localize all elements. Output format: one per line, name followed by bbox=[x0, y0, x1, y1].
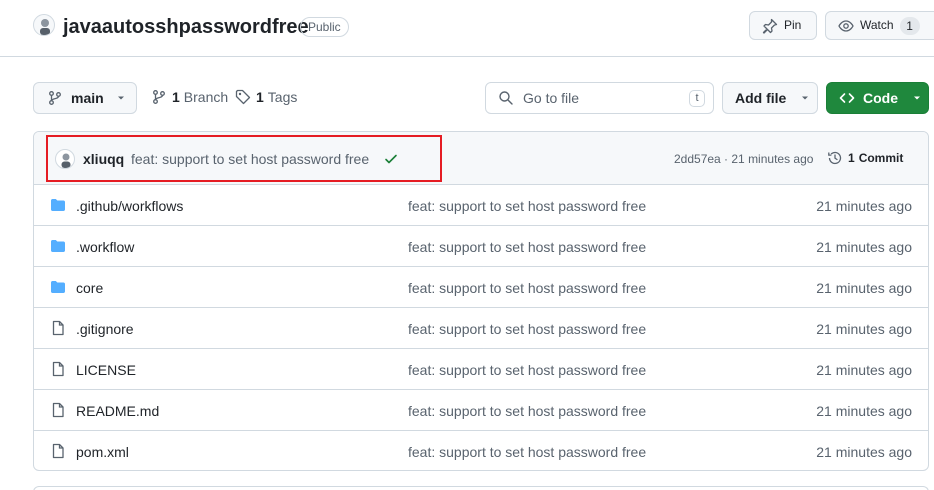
tags-count: 1 bbox=[256, 89, 264, 105]
file-commit-date: 21 minutes ago bbox=[816, 280, 912, 296]
search-placeholder: Go to file bbox=[523, 90, 580, 106]
code-label: Code bbox=[863, 90, 898, 106]
pin-icon bbox=[762, 18, 778, 34]
file-name[interactable]: LICENSE bbox=[76, 362, 136, 378]
folder-icon bbox=[50, 238, 66, 259]
file-commit-date: 21 minutes ago bbox=[816, 403, 912, 419]
folder-icon bbox=[50, 197, 66, 218]
eye-icon bbox=[838, 19, 854, 32]
file-commit-message[interactable]: feat: support to set host password free bbox=[408, 198, 646, 214]
chevron-down-icon bbox=[117, 96, 124, 100]
file-name[interactable]: .workflow bbox=[76, 239, 134, 255]
repo-name[interactable]: javaautosshpasswordfree bbox=[63, 14, 309, 40]
file-icon bbox=[50, 320, 66, 341]
file-commit-message[interactable]: feat: support to set host password free bbox=[408, 280, 646, 296]
repo-header: javaautosshpasswordfree Public Pin Watch… bbox=[0, 0, 934, 57]
file-name[interactable]: core bbox=[76, 280, 103, 296]
go-to-file-search[interactable]: Go to file t bbox=[485, 82, 714, 114]
file-row[interactable]: README.md feat: support to set host passw… bbox=[34, 390, 928, 431]
file-commit-date: 21 minutes ago bbox=[816, 198, 912, 214]
file-commit-date: 21 minutes ago bbox=[816, 321, 912, 337]
file-row[interactable]: .github/workflows feat: support to set ho… bbox=[34, 185, 928, 226]
branches-link[interactable]: 1 Branch bbox=[151, 89, 228, 105]
file-icon bbox=[50, 443, 66, 464]
readme-panel-edge bbox=[33, 486, 929, 490]
branch-name: main bbox=[71, 90, 104, 106]
chevron-down-icon bbox=[802, 96, 809, 100]
commits-label: Commit bbox=[858, 151, 904, 165]
file-commit-message[interactable]: feat: support to set host password free bbox=[408, 444, 646, 460]
watch-count: 1 bbox=[899, 16, 920, 35]
file-name[interactable]: .github/workflows bbox=[76, 198, 183, 214]
file-row[interactable]: .workflow feat: support to set host passw… bbox=[34, 226, 928, 267]
file-row[interactable]: pom.xml feat: support to set host passwor… bbox=[34, 431, 928, 470]
file-commit-message[interactable]: feat: support to set host password free bbox=[408, 362, 646, 378]
commits-history-link[interactable]: 1 Commit bbox=[827, 150, 903, 166]
tags-label: Tags bbox=[267, 89, 298, 105]
branch-icon bbox=[49, 91, 61, 105]
add-file-label: Add file bbox=[735, 90, 787, 106]
file-commit-date: 21 minutes ago bbox=[816, 239, 912, 255]
add-file-button[interactable]: Add file bbox=[722, 82, 818, 114]
file-commit-date: 21 minutes ago bbox=[816, 444, 912, 460]
file-name[interactable]: .gitignore bbox=[76, 321, 134, 337]
file-commit-date: 21 minutes ago bbox=[816, 362, 912, 378]
file-commit-message[interactable]: feat: support to set host password free bbox=[408, 321, 646, 337]
code-icon bbox=[839, 93, 855, 103]
owner-avatar[interactable] bbox=[33, 14, 55, 36]
file-row[interactable]: LICENSE feat: support to set host passwor… bbox=[34, 349, 928, 390]
watch-button[interactable]: Watch 1 bbox=[825, 11, 934, 40]
latest-commit-bar: xliuqq feat: support to set host passwor… bbox=[34, 132, 928, 185]
file-commit-message[interactable]: feat: support to set host password free bbox=[408, 403, 646, 419]
branches-count: 1 bbox=[172, 89, 180, 105]
tags-link[interactable]: 1 Tags bbox=[235, 89, 297, 105]
commits-count: 1 bbox=[848, 151, 855, 165]
chevron-down-icon bbox=[914, 96, 920, 100]
commit-author-avatar[interactable] bbox=[55, 149, 75, 169]
search-shortcut-key: t bbox=[689, 90, 705, 107]
file-icon bbox=[50, 402, 66, 423]
visibility-badge: Public bbox=[300, 17, 349, 37]
pin-label: Pin bbox=[784, 18, 802, 32]
code-button[interactable]: Code bbox=[826, 82, 929, 114]
history-icon bbox=[828, 151, 842, 165]
folder-icon bbox=[50, 279, 66, 300]
branch-icon bbox=[153, 90, 165, 104]
pin-button[interactable]: Pin bbox=[749, 11, 817, 40]
watch-label: Watch bbox=[860, 18, 894, 32]
file-row[interactable]: core feat: support to set host password f… bbox=[34, 267, 928, 308]
check-icon[interactable] bbox=[383, 151, 399, 167]
file-icon bbox=[50, 361, 66, 382]
file-commit-message[interactable]: feat: support to set host password free bbox=[408, 239, 646, 255]
file-table: xliuqq feat: support to set host passwor… bbox=[33, 131, 929, 471]
file-name[interactable]: pom.xml bbox=[76, 444, 129, 460]
commit-message[interactable]: feat: support to set host password free bbox=[131, 151, 369, 167]
search-icon bbox=[499, 91, 513, 105]
commit-author[interactable]: xliuqq bbox=[83, 151, 124, 167]
file-row[interactable]: .gitignore feat: support to set host pass… bbox=[34, 308, 928, 349]
file-name[interactable]: README.md bbox=[76, 403, 159, 419]
branch-selector[interactable]: main bbox=[33, 82, 137, 114]
commit-hash-time[interactable]: 2dd57ea · 21 minutes ago bbox=[674, 152, 813, 166]
tag-icon bbox=[235, 89, 251, 105]
branches-label: Branch bbox=[183, 89, 229, 105]
